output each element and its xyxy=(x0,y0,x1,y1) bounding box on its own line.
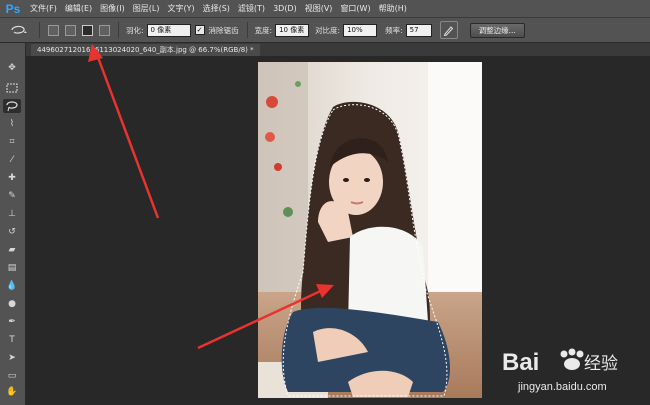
document-image[interactable] xyxy=(258,62,482,398)
document-tab-bar: 4496027120161611302402​0_640_副本.jpg @ 66… xyxy=(26,43,650,56)
hand-tool-icon[interactable]: ✋ xyxy=(3,385,21,399)
frequency-input[interactable]: 57 xyxy=(405,23,432,37)
tablet-pressure-icon[interactable] xyxy=(439,21,458,39)
eraser-tool-icon[interactable]: ▰ xyxy=(3,243,21,257)
options-bar: 羽化: 0 像素 ✓ 消除锯齿 宽度: 10 像素 对比度: 10% 频率: 5… xyxy=(0,18,650,43)
blur-tool-icon[interactable]: 💧 xyxy=(3,279,21,293)
menu-image[interactable]: 图像(I) xyxy=(96,3,129,14)
watermark-url-text: jingyan.baidu.com xyxy=(517,381,607,393)
menu-edit[interactable]: 编辑(E) xyxy=(61,3,96,14)
separator xyxy=(39,22,40,38)
brush-tool-icon[interactable]: ✎ xyxy=(3,189,21,203)
contrast-label: 对比度: xyxy=(315,25,341,35)
feather-input[interactable]: 0 像素 xyxy=(146,23,191,37)
shape-tool-icon[interactable]: ▭ xyxy=(3,369,21,383)
width-input[interactable]: 10 像素 xyxy=(275,23,310,37)
separator xyxy=(246,22,248,38)
menu-window[interactable]: 窗口(W) xyxy=(336,3,374,14)
intersect-selection-icon[interactable] xyxy=(99,24,110,36)
move-tool-icon[interactable]: ✥ xyxy=(3,61,21,75)
menu-filter[interactable]: 滤镜(T) xyxy=(234,3,269,14)
menu-bar: Ps 文件(F) 编辑(E) 图像(I) 图层(L) 文字(Y) 选择(S) 滤… xyxy=(0,0,650,18)
separator xyxy=(118,22,119,38)
healing-brush-tool-icon[interactable]: ✚ xyxy=(3,171,21,185)
frequency-label: 频率: xyxy=(385,25,403,35)
type-tool-icon[interactable]: T xyxy=(3,333,21,347)
antialias-label: 消除锯齿 xyxy=(208,25,239,35)
refine-edge-button[interactable]: 调整边缘... xyxy=(469,22,525,38)
document-tab[interactable]: 4496027120161611302402​0_640_副本.jpg @ 66… xyxy=(31,44,260,56)
menu-type[interactable]: 文字(Y) xyxy=(163,3,198,14)
contrast-input[interactable]: 10% xyxy=(343,23,378,37)
feather-label: 羽化: xyxy=(126,25,144,35)
path-selection-tool-icon[interactable]: ➤ xyxy=(3,351,21,365)
quick-selection-tool-icon[interactable]: ⌇ xyxy=(3,117,21,131)
menu-select[interactable]: 选择(S) xyxy=(199,3,234,14)
dodge-tool-icon[interactable]: ● xyxy=(3,297,21,311)
toolbox: ✥ ⌇ ⌗ ⁄ ✚ ✎ ⊥ ↺ ▰ ▤ 💧 ● ✒ T ➤ ▭ ✋ xyxy=(0,43,26,405)
gradient-tool-icon[interactable]: ▤ xyxy=(3,261,21,275)
magnetic-lasso-preset-icon[interactable] xyxy=(4,21,34,39)
photoshop-logo: Ps xyxy=(5,1,21,16)
width-label: 宽度: xyxy=(254,25,273,35)
menu-help[interactable]: 帮助(H) xyxy=(375,3,411,14)
pen-tool-icon[interactable]: ✒ xyxy=(3,315,21,329)
eyedropper-tool-icon[interactable]: ⁄ xyxy=(3,153,21,167)
baidu-paw-logo-icon: Bai 经验 jingyan.baidu.com xyxy=(502,348,618,393)
clone-stamp-tool-icon[interactable]: ⊥ xyxy=(3,207,21,221)
marquee-tool-icon[interactable] xyxy=(3,81,21,95)
menu-layer[interactable]: 图层(L) xyxy=(129,3,164,14)
menu-view[interactable]: 视图(V) xyxy=(301,3,337,14)
crop-tool-icon[interactable]: ⌗ xyxy=(3,135,21,149)
lasso-tool-icon[interactable] xyxy=(3,99,21,113)
watermark-suffix-text: 经验 xyxy=(584,354,618,374)
new-selection-icon[interactable] xyxy=(48,24,59,36)
baidu-jingyan-watermark: Bai 经验 jingyan.baidu.com xyxy=(500,342,645,400)
menu-file[interactable]: 文件(F) xyxy=(26,3,61,14)
history-brush-tool-icon[interactable]: ↺ xyxy=(3,225,21,239)
watermark-brand-text: Bai xyxy=(502,349,539,376)
subtract-from-selection-icon[interactable] xyxy=(82,24,93,36)
antialias-checkbox[interactable]: ✓ xyxy=(194,25,205,35)
portrait-photo xyxy=(258,62,482,398)
add-to-selection-icon[interactable] xyxy=(65,24,76,36)
menu-3d[interactable]: 3D(D) xyxy=(269,4,301,13)
